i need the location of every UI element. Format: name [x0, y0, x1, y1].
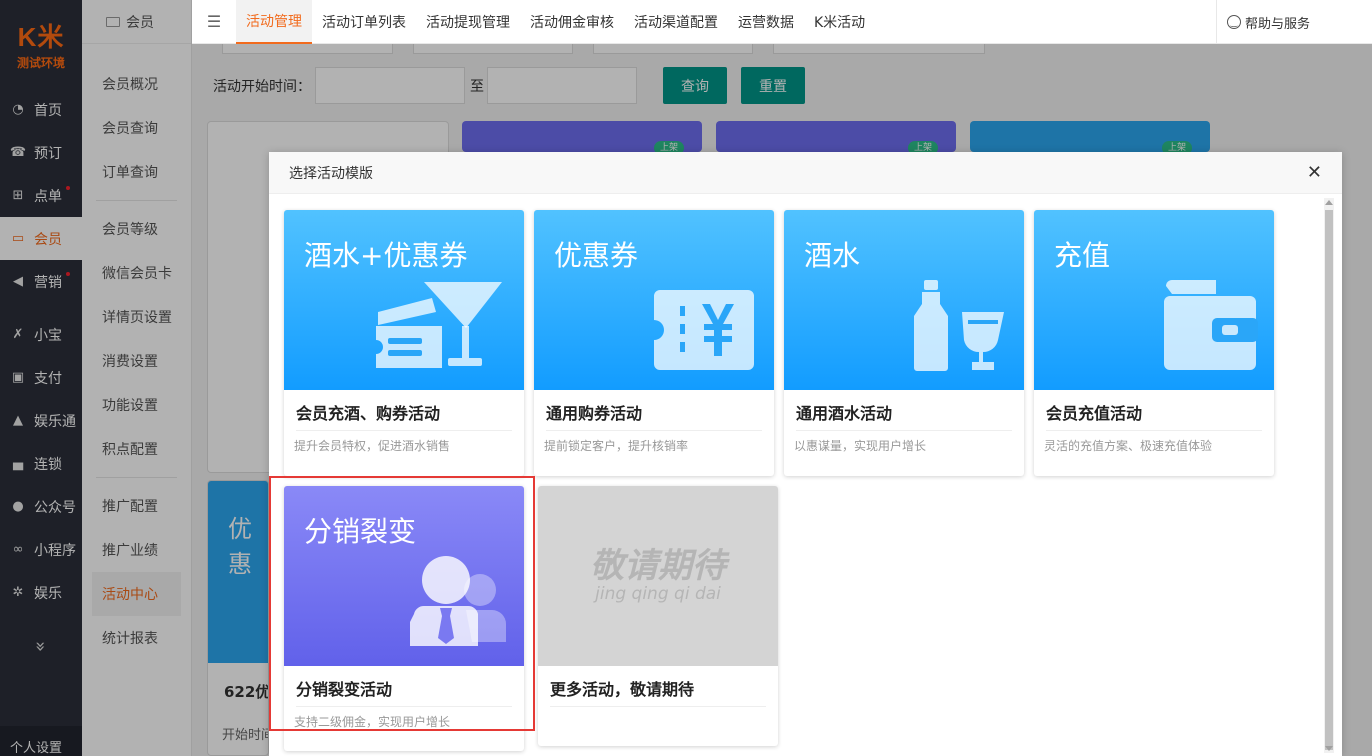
template-banner-title: 优惠券 — [554, 239, 639, 272]
bottle-glass-icon — [914, 280, 1004, 371]
tab-channel-config[interactable]: 活动渠道配置 — [624, 0, 728, 44]
template-name: 会员充值活动 — [1046, 404, 1143, 423]
cocktail-coupon-icon — [376, 282, 502, 368]
template-card-coupon[interactable]: 优惠券 通用购券活动 提前锁定客户，提升核销率 — [534, 210, 774, 476]
template-desc: 提前锁定客户，提升核销率 — [544, 439, 689, 453]
coming-soon-text: 敬请期待 — [590, 546, 726, 586]
tab-withdraw-management[interactable]: 活动提现管理 — [416, 0, 520, 44]
top-bar: ☰ 活动管理 活动订单列表 活动提现管理 活动佣金审核 活动渠道配置 运营数据 … — [192, 0, 1372, 44]
template-name: 会员充酒、购券活动 — [296, 404, 441, 423]
template-desc: 提升会员特权，促进酒水销售 — [294, 439, 451, 453]
template-banner-title: 充值 — [1054, 239, 1111, 272]
template-name: 通用购券活动 — [546, 404, 643, 423]
tab-activity-management[interactable]: 活动管理 — [236, 0, 312, 44]
close-icon[interactable]: ✕ — [1307, 164, 1322, 182]
smile-icon: ‿ — [1227, 15, 1241, 29]
tab-activity-orders[interactable]: 活动订单列表 — [312, 0, 416, 44]
modal-scrollbar[interactable] — [1324, 198, 1334, 753]
template-desc: 以惠谋量，实现用户增长 — [794, 439, 927, 453]
template-card-drink-coupon[interactable]: 酒水+优惠券 会员充酒、购券活动 提升会员特权，促进酒水销售 — [284, 210, 524, 476]
modal-title: 选择活动模版 — [289, 165, 373, 182]
selection-highlight — [269, 476, 535, 731]
template-name: 更多活动，敬请期待 — [550, 680, 695, 699]
tab-operations-data[interactable]: 运营数据 — [728, 0, 804, 44]
template-desc: 灵活的充值方案、极速充值体验 — [1044, 439, 1213, 453]
template-banner-title: 酒水+优惠券 — [304, 239, 468, 272]
tab-commission-review[interactable]: 活动佣金审核 — [520, 0, 624, 44]
template-card-drink[interactable]: 酒水 通用酒水活动 以惠谋量，实现用户增长 — [784, 210, 1024, 476]
template-banner-title: 酒水 — [804, 239, 861, 272]
template-name: 通用酒水活动 — [796, 404, 893, 423]
template-card-recharge[interactable]: 充值 会员充值活动 灵活的充值方案、极速充值体验 — [1034, 210, 1274, 476]
tab-kmi-activity[interactable]: K米活动 — [804, 0, 875, 44]
modal-header: 选择活动模版 ✕ — [269, 152, 1342, 194]
wallet-icon — [1164, 280, 1258, 370]
help-service-button[interactable]: ‿ 帮助与服务 — [1216, 0, 1372, 44]
coupon-icon — [654, 290, 754, 370]
coming-soon-pinyin: jing qing qi dai — [595, 584, 721, 604]
template-card-coming-soon: 敬请期待 jing qing qi dai 更多活动，敬请期待 — [538, 486, 778, 746]
menu-toggle-icon[interactable]: ☰ — [192, 12, 236, 31]
